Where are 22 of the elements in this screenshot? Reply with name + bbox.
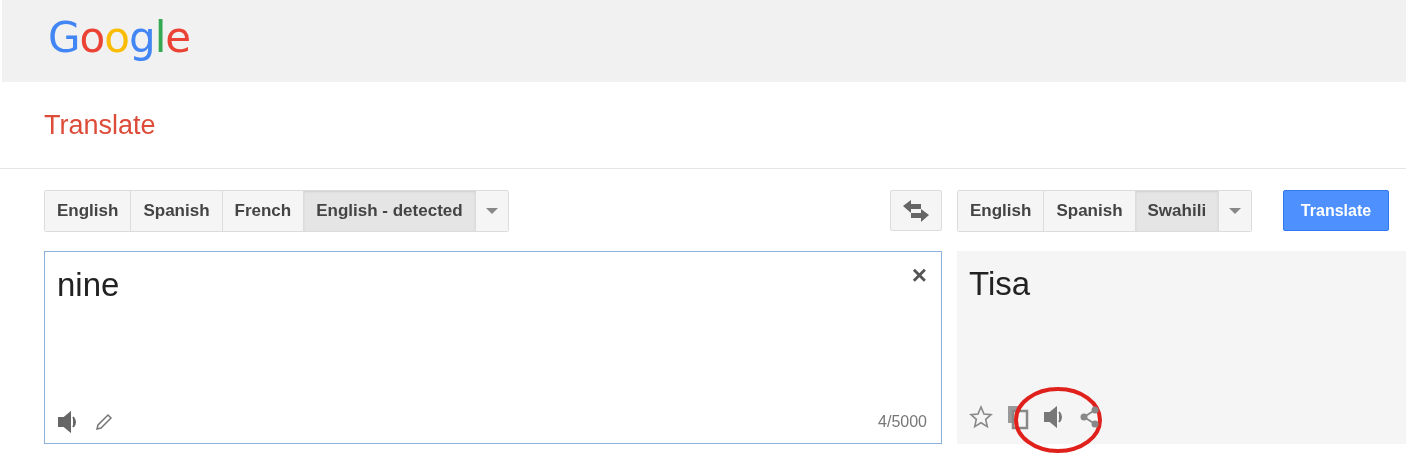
language-dropdown[interactable]	[1219, 190, 1252, 231]
clear-button[interactable]: ×	[911, 262, 927, 288]
star-icon[interactable]	[969, 405, 993, 429]
share-icon[interactable]	[1080, 406, 1100, 428]
translation-text: Tisa	[969, 265, 1032, 304]
language-tab[interactable]: English	[45, 190, 132, 231]
page-title: Translate	[44, 109, 156, 141]
language-tab[interactable]: English	[958, 190, 1045, 231]
language-dropdown[interactable]	[475, 190, 508, 231]
character-count: 4/5000	[878, 413, 927, 431]
caret-icon	[485, 207, 498, 214]
pencil-icon[interactable]	[95, 413, 113, 431]
language-tab[interactable]: Swahili	[1135, 190, 1220, 231]
source-text-field[interactable]: nine × 4/5000	[44, 251, 942, 444]
language-tab[interactable]: English - detected	[304, 190, 476, 231]
copy-icon[interactable]	[1006, 404, 1030, 430]
swap-icon	[903, 199, 929, 222]
language-tab[interactable]: French	[222, 190, 305, 231]
language-tab[interactable]: Spanish	[1044, 190, 1136, 231]
language-tab[interactable]: Spanish	[131, 190, 223, 231]
swap-languages-button[interactable]	[890, 190, 942, 231]
caret-icon	[1229, 207, 1242, 214]
